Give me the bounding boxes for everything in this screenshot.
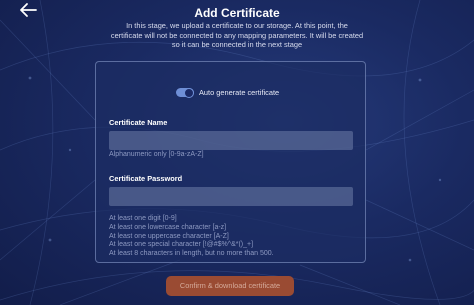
toggle-knob [184,87,194,98]
certificate-password-label: Certificate Password [109,174,183,183]
password-rule: At least one special character [!@#$%^&*… [109,241,254,249]
certificate-password-input[interactable] [109,187,353,206]
description-line: certificate will not be connected to any… [110,30,364,40]
auto-generate-label: Auto generate certificate [199,88,280,97]
confirm-download-button[interactable]: Confirm & download certificate [166,276,294,296]
description-line: In this stage, we upload a certificate t… [126,21,348,30]
page-description: In this stage, we upload a certificate t… [100,21,374,50]
password-rules: At least one digit [0-9] At least one lo… [109,215,274,259]
password-rule: At least one lowercase character [a-z] [109,223,227,231]
certificate-name-hint: Alphanumeric only [0-9a-zA-Z] [109,151,204,158]
auto-generate-toggle[interactable] [176,87,194,98]
description-line: so it can be connected in the next stage [171,40,303,49]
password-rule: At least one uppercase character [A-Z] [109,232,229,240]
password-rule: At least one digit [0-9] [109,215,177,222]
certificate-name-label: Certificate Name [109,118,168,127]
password-rule: At least 8 characters in length, but no … [109,250,274,258]
auto-generate-row: Auto generate certificate [176,87,280,98]
certificate-form-card: Auto generate certificate Certificate Na… [95,61,366,263]
page-title: Add Certificate [194,6,280,20]
certificate-name-input[interactable] [109,131,353,150]
